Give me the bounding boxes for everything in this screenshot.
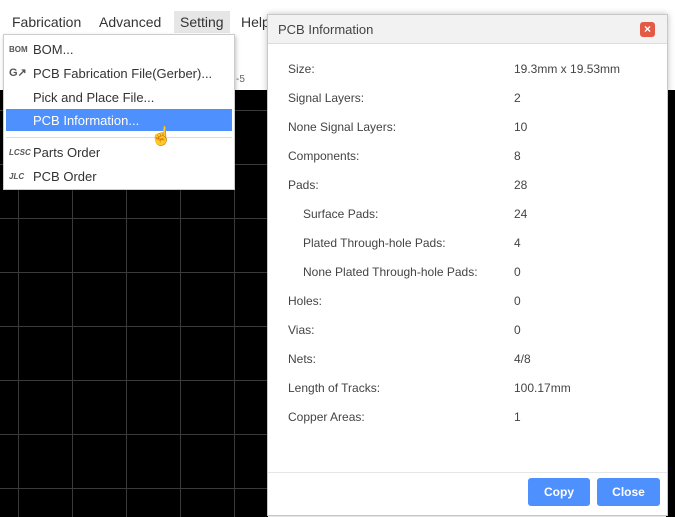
info-key: Plated Through-hole Pads: (303, 236, 446, 250)
info-row: Plated Through-hole Pads: 4 (288, 236, 668, 254)
menu-item-bom[interactable]: BOM BOM... (6, 38, 232, 60)
info-row: Holes: 0 (288, 294, 668, 312)
info-row: Vias: 0 (288, 323, 668, 341)
info-key: Copper Areas: (288, 410, 365, 424)
menu-item-label: Parts Order (33, 145, 101, 160)
info-value: 28 (514, 178, 528, 192)
info-key: Pads: (288, 178, 319, 192)
info-value: 1 (514, 410, 521, 424)
copy-button[interactable]: Copy (528, 478, 590, 506)
close-button[interactable]: Close (597, 478, 660, 506)
info-value: 24 (514, 207, 528, 221)
info-row: Pads: 28 (288, 178, 668, 196)
info-value: 0 (514, 323, 521, 337)
dialog-title: PCB Information (278, 22, 374, 37)
menu-item-gerber[interactable]: G↗ PCB Fabrication File(Gerber)... (6, 62, 232, 84)
info-key: Length of Tracks: (288, 381, 381, 395)
jlc-icon: JLC (9, 172, 25, 181)
menu-item-label: PCB Fabrication File(Gerber)... (33, 66, 213, 81)
dialog-header: PCB Information × (268, 15, 667, 44)
info-value: 10 (514, 120, 528, 134)
info-key: Signal Layers: (288, 91, 365, 105)
info-key: None Signal Layers: (288, 120, 397, 134)
info-row: Size: 19.3mm x 19.53mm (288, 62, 668, 80)
info-value: 2 (514, 91, 521, 105)
info-row: Signal Layers: 2 (288, 91, 668, 109)
info-value: 4 (514, 236, 521, 250)
info-key: None Plated Through-hole Pads: (303, 265, 478, 279)
gerber-icon: G↗ (9, 67, 27, 79)
pcb-information-dialog: PCB Information × Size: 19.3mm x 19.53mm… (267, 14, 668, 516)
info-row: None Signal Layers: 10 (288, 120, 668, 138)
menu-item-label: BOM... (33, 42, 74, 57)
menu-item-parts-order[interactable]: LCSC Parts Order (6, 141, 232, 163)
info-key: Holes: (288, 294, 323, 308)
ruler-tick: -5 (236, 74, 245, 85)
menu-help[interactable]: Help (241, 14, 270, 30)
menu-item-label: PCB Information... (33, 113, 140, 128)
info-value: 8 (514, 149, 521, 163)
menu-setting[interactable]: Setting (174, 11, 230, 33)
lcsc-icon: LCSC (9, 148, 31, 157)
bom-icon: BOM (9, 45, 28, 54)
close-icon[interactable]: × (640, 22, 655, 37)
info-value: 0 (514, 265, 521, 279)
info-row: Nets: 4/8 (288, 352, 668, 370)
info-row: Surface Pads: 24 (288, 207, 668, 225)
info-row: Length of Tracks: 100.17mm (288, 381, 668, 399)
info-key: Surface Pads: (303, 207, 379, 221)
info-value: 4/8 (514, 352, 531, 366)
menu-item-pcb-order[interactable]: JLC PCB Order (6, 165, 232, 187)
dialog-footer-divider (268, 472, 667, 473)
menu-item-label: Pick and Place File... (33, 90, 155, 105)
info-key: Nets: (288, 352, 317, 366)
info-key: Components: (288, 149, 360, 163)
info-value: 19.3mm x 19.53mm (514, 62, 621, 76)
menu-item-pcb-information[interactable]: PCB Information... (6, 109, 232, 131)
info-value: 100.17mm (514, 381, 571, 395)
info-row: Components: 8 (288, 149, 668, 167)
menu-item-label: PCB Order (33, 169, 97, 184)
menu-advanced[interactable]: Advanced (99, 14, 161, 30)
info-key: Vias: (288, 323, 315, 337)
menu-fabrication[interactable]: Fabrication (12, 14, 81, 30)
menu-divider (6, 137, 232, 138)
info-row: Copper Areas: 1 (288, 410, 668, 428)
info-row: None Plated Through-hole Pads: 0 (288, 265, 668, 283)
info-value: 0 (514, 294, 521, 308)
fabrication-dropdown: BOM BOM... G↗ PCB Fabrication File(Gerbe… (3, 34, 235, 190)
hand-cursor-icon: ☝ (150, 126, 173, 146)
info-key: Size: (288, 62, 315, 76)
menu-item-pick-place[interactable]: Pick and Place File... (6, 86, 232, 108)
